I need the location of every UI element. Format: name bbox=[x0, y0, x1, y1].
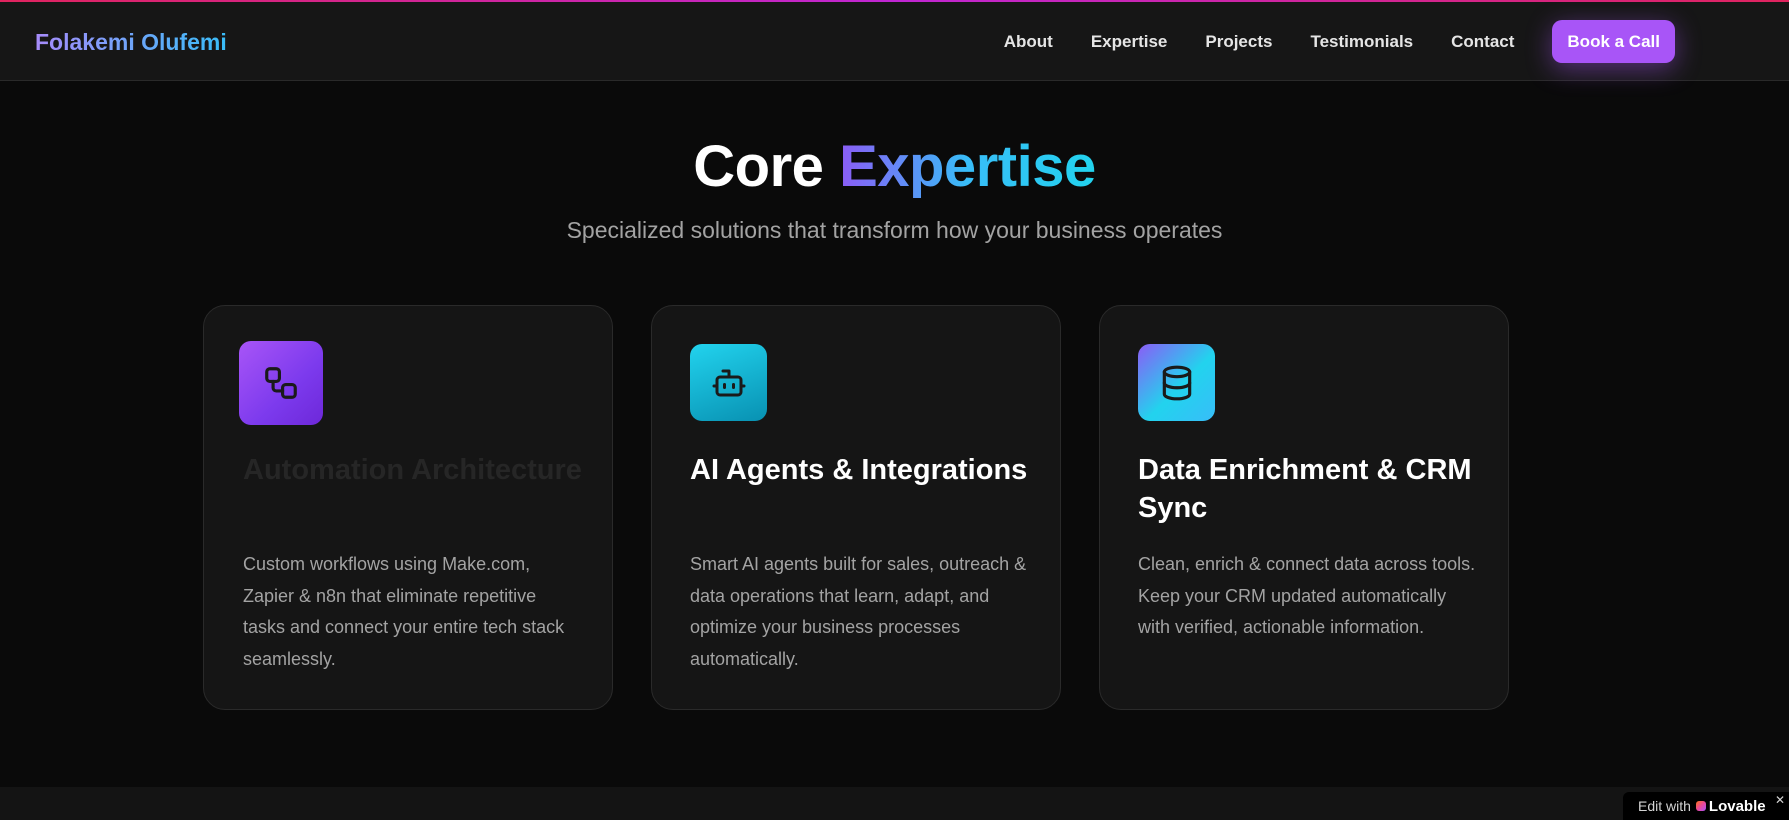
badge-prefix: Edit with bbox=[1638, 798, 1691, 814]
nav-testimonials[interactable]: Testimonials bbox=[1310, 21, 1413, 63]
book-call-button[interactable]: Book a Call bbox=[1552, 20, 1675, 63]
card-title: Data Enrichment & CRM Sync bbox=[1138, 454, 1472, 524]
card-title: AI Agents & Integrations bbox=[690, 454, 1028, 486]
edit-with-lovable-badge[interactable]: Edit with Lovable ✕ bbox=[1623, 792, 1789, 820]
card-description: Clean, enrich & connect data across tool… bbox=[1138, 554, 1476, 637]
site-header: Folakemi Olufemi About Expertise Project… bbox=[0, 2, 1789, 81]
workflow-icon bbox=[239, 341, 323, 425]
database-icon bbox=[1138, 344, 1215, 421]
expertise-card-automation: Automation Architecture Custom workflows… bbox=[203, 305, 613, 710]
lovable-logo-icon bbox=[1695, 801, 1706, 811]
expertise-card-data: Data Enrichment & CRM Sync Clean, enrich… bbox=[1099, 305, 1509, 710]
expertise-cards: Automation Architecture Custom workflows… bbox=[203, 305, 1509, 710]
nav-contact[interactable]: Contact bbox=[1451, 21, 1514, 63]
section-title-plain: Core bbox=[693, 134, 824, 199]
card-title: Automation Architecture bbox=[243, 454, 582, 486]
section-title: Core Expertise bbox=[0, 133, 1789, 200]
bot-icon bbox=[690, 344, 767, 421]
main-nav: About Expertise Projects Testimonials Co… bbox=[1004, 20, 1675, 63]
section-subtitle: Specialized solutions that transform how… bbox=[566, 217, 1223, 243]
nav-projects[interactable]: Projects bbox=[1205, 21, 1272, 63]
brand-logo[interactable]: Folakemi Olufemi bbox=[35, 29, 227, 56]
badge-brand: Lovable bbox=[1708, 797, 1766, 815]
expertise-card-ai-agents: AI Agents & Integrations Smart AI agents… bbox=[651, 305, 1061, 710]
nav-about[interactable]: About bbox=[1004, 21, 1053, 63]
section-title-accent: Expertise bbox=[839, 134, 1096, 199]
next-section-edge bbox=[0, 787, 1789, 820]
card-description: Smart AI agents built for sales, outreac… bbox=[690, 554, 1027, 669]
close-icon[interactable]: ✕ bbox=[1775, 793, 1785, 807]
card-description: Custom workflows using Make.com, Zapier … bbox=[243, 554, 565, 669]
nav-expertise[interactable]: Expertise bbox=[1091, 21, 1168, 63]
